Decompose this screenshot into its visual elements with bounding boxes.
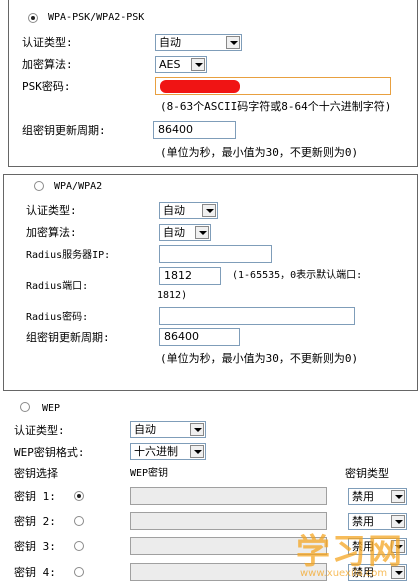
- wpa-psk-auth-type-label: 认证类型:: [22, 36, 73, 49]
- wpa-psk-rekey-value: 86400: [158, 123, 193, 136]
- wpa-psk-auth-type-value: 自动: [159, 36, 181, 49]
- wpa-psk-rekey-hint: (单位为秒，最小值为30，不更新则为0): [160, 146, 359, 159]
- wpa-rekey-label: 组密钥更新周期:: [26, 331, 110, 344]
- chevron-down-icon: [190, 423, 204, 436]
- wep-key-4-radio[interactable]: [74, 567, 84, 577]
- wep-col-key-header: WEP密钥: [130, 468, 169, 479]
- wpa-auth-type-value: 自动: [163, 204, 185, 217]
- chevron-down-icon: [190, 445, 204, 458]
- wep-key-1-input[interactable]: [130, 487, 327, 505]
- wpa-psk-auth-type-select[interactable]: 自动: [155, 34, 242, 51]
- wpa-auth-type-label: 认证类型:: [26, 204, 77, 217]
- wep-key-format-value: 十六进制: [134, 445, 178, 458]
- wpa-encryption-label: 加密算法:: [26, 226, 77, 239]
- radius-ip-label: Radius服务器IP:: [26, 250, 111, 261]
- wpa-rekey-value: 86400: [164, 330, 199, 343]
- wpa-auth-type-select[interactable]: 自动: [159, 202, 218, 219]
- wpa-psk-encryption-value: AES: [159, 58, 181, 71]
- radius-port-input[interactable]: 1812: [159, 267, 221, 285]
- site-watermark: 学习网: [296, 532, 404, 572]
- wep-key-format-select[interactable]: 十六进制: [130, 443, 206, 460]
- wep-auth-type-select[interactable]: 自动: [130, 421, 206, 438]
- wep-col-type-header: 密钥类型: [345, 467, 389, 480]
- wep-key-4-label: 密钥 4:: [14, 566, 56, 579]
- wep-key-1-type-value: 禁用: [352, 490, 374, 503]
- chevron-down-icon: [226, 36, 240, 49]
- wpa-rekey-input[interactable]: 86400: [159, 328, 240, 346]
- wep-radio[interactable]: [20, 402, 30, 412]
- wep-key-2-label: 密钥 2:: [14, 515, 56, 528]
- wep-key-2-radio[interactable]: [74, 516, 84, 526]
- wpa-encryption-value: 自动: [163, 226, 185, 239]
- psk-password-hint: (8-63个ASCII码字符或8-64个十六进制字符): [160, 100, 392, 113]
- radius-ip-input[interactable]: [159, 245, 272, 263]
- wpa-psk-rekey-label: 组密钥更新周期:: [22, 124, 106, 137]
- wpa-radio[interactable]: [34, 181, 44, 191]
- wep-key-3-radio[interactable]: [74, 541, 84, 551]
- site-watermark-url: www.xuexila.com: [300, 568, 388, 579]
- radius-port-hint-default: 1812): [157, 290, 188, 301]
- wpa-psk-rekey-input[interactable]: 86400: [153, 121, 236, 139]
- wep-key-1-label: 密钥 1:: [14, 490, 56, 503]
- radius-port-label: Radius端口:: [26, 281, 89, 292]
- wpa-psk-radio[interactable]: [28, 13, 38, 23]
- wep-key-format-label: WEP密钥格式:: [14, 446, 85, 459]
- chevron-down-icon: [191, 58, 205, 71]
- wep-auth-type-label: 认证类型:: [14, 424, 65, 437]
- redaction-mark: [160, 80, 240, 93]
- wpa-encryption-select[interactable]: 自动: [159, 224, 211, 241]
- wep-auth-type-value: 自动: [134, 423, 156, 436]
- chevron-down-icon: [202, 204, 216, 217]
- wpa-psk-title: WPA-PSK/WPA2-PSK: [48, 12, 145, 23]
- chevron-down-icon: [195, 226, 209, 239]
- wep-title: WEP: [42, 403, 61, 414]
- wep-key-1-type-select[interactable]: 禁用: [348, 488, 407, 505]
- radius-port-value: 1812: [164, 269, 192, 282]
- wpa-rekey-hint: (单位为秒，最小值为30，不更新则为0): [160, 352, 359, 365]
- wpa-psk-encryption-select[interactable]: AES: [155, 56, 207, 73]
- psk-password-label: PSK密码:: [22, 80, 71, 93]
- radius-password-input[interactable]: [159, 307, 355, 325]
- wpa-title: WPA/WPA2: [54, 181, 103, 192]
- wep-key-3-label: 密钥 3:: [14, 540, 56, 553]
- wep-key-1-radio[interactable]: [74, 491, 84, 501]
- chevron-down-icon: [391, 490, 405, 503]
- wep-col-select-header: 密钥选择: [14, 467, 58, 480]
- wpa-psk-encryption-label: 加密算法:: [22, 58, 73, 71]
- radius-port-hint: (1-65535，0表示默认端口:: [232, 270, 363, 281]
- radius-password-label: Radius密码:: [26, 312, 89, 323]
